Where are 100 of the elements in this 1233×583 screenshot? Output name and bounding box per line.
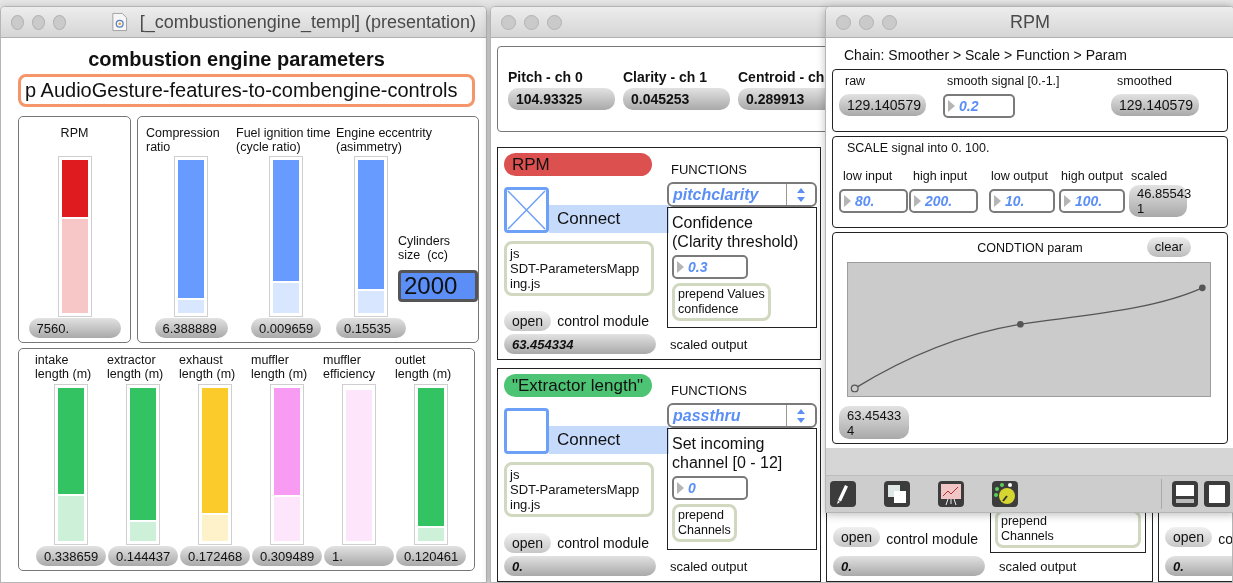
function-dropdown[interactable]: passthru xyxy=(667,403,817,428)
module-label: control module xyxy=(886,531,978,547)
slider-label: muffler length (m) xyxy=(251,353,308,383)
triangle-icon xyxy=(994,195,1001,207)
window-button[interactable] xyxy=(524,14,539,30)
presentation-icon[interactable] xyxy=(938,481,964,507)
triangle-icon xyxy=(844,195,851,207)
number-display: 7560. xyxy=(28,318,121,338)
window-button[interactable] xyxy=(547,14,562,30)
knob-icon[interactable] xyxy=(992,481,1018,507)
number-display: 0.120461 xyxy=(396,546,466,566)
prepend-object: prepend Channels xyxy=(672,504,737,542)
functions-label: FUNCTIONS xyxy=(670,161,748,177)
panel-bottom-icon[interactable] xyxy=(1172,481,1198,507)
slider-label: Fuel ignition time (cycle ratio) xyxy=(236,126,331,156)
output-label: scaled output xyxy=(670,558,748,574)
triangle-icon xyxy=(677,482,684,494)
parameter-description: Set incoming channel [0 - 12] xyxy=(672,434,784,472)
cylinders-number-field[interactable]: 2000 xyxy=(398,270,478,302)
window-title: RPM xyxy=(1010,11,1050,33)
open-button[interactable]: open xyxy=(833,527,881,547)
triangle-icon xyxy=(1064,195,1071,207)
number-field[interactable]: 200. xyxy=(909,189,978,213)
document-icon xyxy=(112,11,128,33)
number-field[interactable]: 100. xyxy=(1059,189,1125,213)
slider-track[interactable] xyxy=(126,384,160,545)
feature-label: Clarity - ch 1 xyxy=(623,69,709,85)
slider-track[interactable] xyxy=(354,156,388,317)
slider-label: intake length (m) xyxy=(35,353,92,383)
subpatcher-object[interactable]: p AudioGesture-features-to-combengine-controls xyxy=(18,74,475,107)
smoothed-label: smoothed xyxy=(1116,74,1172,88)
scale-input-label: low output xyxy=(990,169,1049,183)
chain-description: Chain: Smoother > Scale > Function > Param xyxy=(843,47,1128,63)
number-field[interactable]: 80. xyxy=(839,189,908,213)
number-display: 6.388889 xyxy=(154,318,228,338)
number-display: 0.309489 xyxy=(252,546,322,566)
functions-label: FUNCTIONS xyxy=(670,382,748,398)
open-button[interactable]: open xyxy=(1165,527,1213,547)
slider-track[interactable] xyxy=(270,384,304,545)
number-display: 0.172468 xyxy=(180,546,250,566)
window-button[interactable] xyxy=(882,14,897,30)
slider-label: extractor length (m) xyxy=(107,353,164,383)
connect-label: Connect xyxy=(549,205,669,233)
updown-arrows-icon xyxy=(796,186,806,203)
number-field[interactable]: 0.2 xyxy=(943,94,1015,118)
number-field[interactable]: 10. xyxy=(989,189,1055,213)
window-button[interactable] xyxy=(11,14,25,30)
slider-label: RPM xyxy=(60,126,89,142)
curve-point[interactable] xyxy=(1017,320,1024,328)
slider-track[interactable] xyxy=(57,156,92,317)
layers-icon[interactable] xyxy=(884,481,910,507)
number-display: 0.144437 xyxy=(108,546,178,566)
window-button[interactable] xyxy=(32,14,46,30)
parameter-description: Confidence (Clarity threshold) xyxy=(672,213,800,251)
slider-track[interactable] xyxy=(198,384,232,545)
window-button[interactable] xyxy=(501,14,516,30)
number-display: 129.140579 xyxy=(839,94,926,116)
slider-track[interactable] xyxy=(54,384,88,545)
slider-track[interactable] xyxy=(269,156,303,317)
triangle-icon xyxy=(677,261,684,273)
condition-title: CONDTION param xyxy=(977,241,1083,256)
slider-label: outlet length (m) xyxy=(395,353,452,383)
prepend-object: prepend Values confidence xyxy=(672,283,771,321)
number-field[interactable]: 0.3 xyxy=(672,255,748,279)
feature-label: Pitch - ch 0 xyxy=(508,69,584,85)
pencil-icon[interactable] xyxy=(830,481,856,507)
number-field[interactable]: 0 xyxy=(672,476,748,500)
script-object: js SDT-ParametersMapp ing.js xyxy=(504,241,654,296)
number-display: 0. xyxy=(833,556,985,576)
curve-point[interactable] xyxy=(850,384,859,393)
number-display: 0.009659 xyxy=(251,318,321,338)
number-display: 63.45433 4 xyxy=(839,406,909,439)
curve-point[interactable] xyxy=(1198,284,1206,292)
function-dropdown[interactable]: pitchclarity xyxy=(667,182,817,207)
slider-track[interactable] xyxy=(174,156,208,317)
connect-toggle[interactable] xyxy=(504,187,549,233)
window-button[interactable] xyxy=(53,14,67,30)
clear-button[interactable]: clear xyxy=(1146,237,1191,257)
number-display: 1. xyxy=(324,546,394,566)
window-button[interactable] xyxy=(836,14,851,30)
number-display: 0. xyxy=(1165,556,1232,576)
number-display: 0. xyxy=(504,556,656,576)
scale-title: SCALE signal into 0. 100. xyxy=(846,141,991,155)
patch-heading: combustion engine parameters xyxy=(87,48,386,71)
cylinders-label: Cylinders size (cc) xyxy=(398,234,451,264)
feature-label: Centroid - ch xyxy=(738,69,826,85)
slider-label: exhaust length (m) xyxy=(179,353,236,383)
panel-icon[interactable] xyxy=(1204,481,1230,507)
triangle-icon xyxy=(948,100,955,112)
number-display: 0.15535 xyxy=(336,318,406,338)
scale-input-label: low input xyxy=(842,169,894,183)
slider-label: Compression ratio xyxy=(146,126,220,156)
parameter-label: "Extractor length" xyxy=(504,374,652,397)
window-button[interactable] xyxy=(859,14,874,30)
connect-toggle[interactable] xyxy=(504,408,549,454)
open-button[interactable]: open xyxy=(504,311,552,331)
slider-track[interactable] xyxy=(414,384,448,545)
number-display: 0.045253 xyxy=(623,88,730,110)
open-button[interactable]: open xyxy=(504,533,552,553)
slider-label: muffler efficiency xyxy=(323,353,375,383)
